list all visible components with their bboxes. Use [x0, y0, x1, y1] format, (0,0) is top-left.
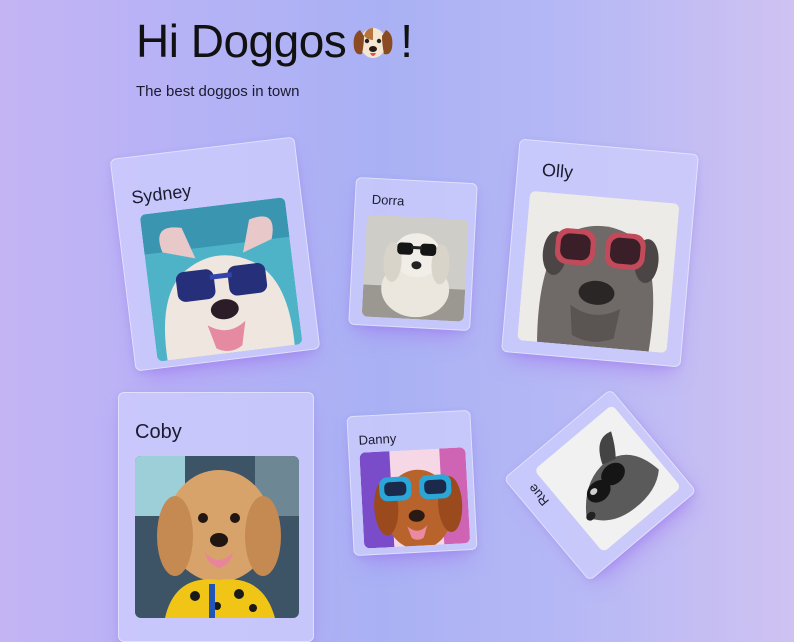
- dog-photo: [135, 456, 299, 618]
- dog-photo: [361, 214, 469, 322]
- dog-card-coby[interactable]: Coby: [118, 392, 314, 642]
- dog-card-rue[interactable]: Rue: [503, 388, 697, 582]
- dog-name: Sydney: [130, 180, 193, 208]
- dog-card-danny[interactable]: Danny: [346, 409, 478, 557]
- dog-photo: [359, 447, 471, 549]
- dog-card-olly[interactable]: Olly: [501, 138, 699, 368]
- dog-card-dorra[interactable]: Dorra: [348, 176, 478, 332]
- dog-card-sydney[interactable]: Sydney: [109, 136, 321, 372]
- dog-name: Dorra: [371, 191, 405, 209]
- page-title-text: Hi Doggos: [136, 15, 347, 67]
- dog-name: Coby: [135, 421, 182, 443]
- page-title: Hi Doggos !: [136, 14, 413, 68]
- page-title-suffix: !: [400, 15, 413, 67]
- dog-face-icon: [350, 18, 396, 64]
- dog-photo: [533, 404, 682, 553]
- page-subtitle: The best doggos in town: [136, 83, 300, 100]
- dog-photo: [139, 197, 303, 362]
- dog-name: Olly: [541, 159, 574, 183]
- dog-photo: [517, 190, 680, 354]
- dog-name: Danny: [358, 430, 397, 448]
